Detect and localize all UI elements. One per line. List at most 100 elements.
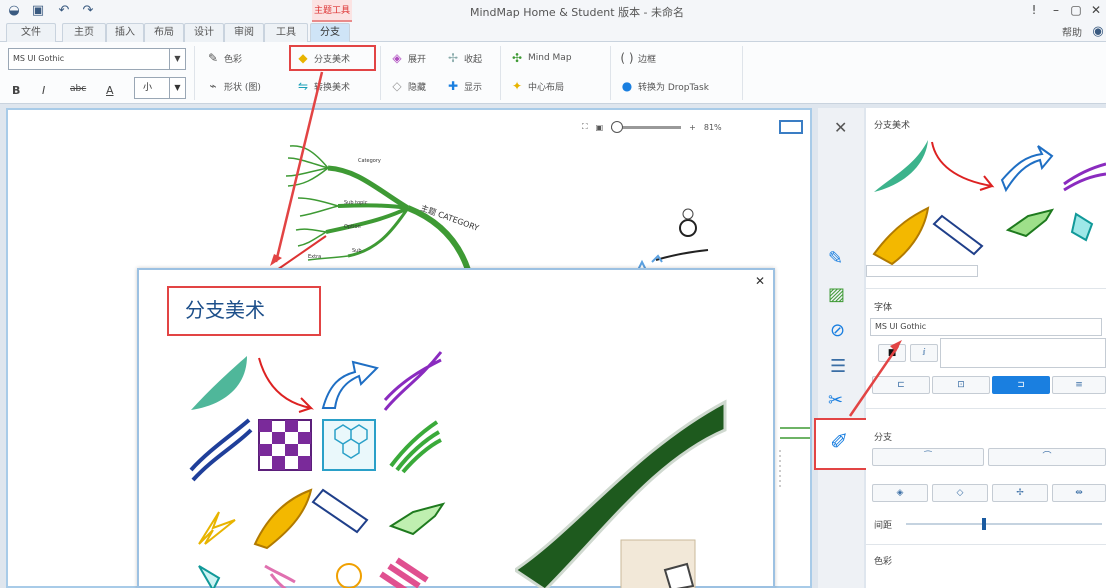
center-layout-button[interactable]: ✦ 中心布局 (510, 76, 564, 96)
tab-insert[interactable]: 插入 (106, 23, 144, 42)
convert-art-button[interactable]: ⇋ 转换美术 (296, 76, 350, 96)
save-icon[interactable]: ▣ (30, 3, 46, 19)
popup-preview (515, 399, 727, 588)
mind-map-button[interactable]: ✣ Mind Map (510, 48, 572, 68)
art-purple-swirl (383, 351, 443, 411)
font-panel-header: 字体 (874, 303, 893, 313)
color-button-label: 色彩 (224, 54, 243, 65)
bulb-icon: ✦ (511, 79, 523, 93)
bold-button[interactable]: B (12, 84, 20, 97)
align-left-button[interactable]: ⊏ (872, 376, 930, 394)
panel-font-select[interactable]: MS UI Gothic (870, 318, 1102, 336)
scissors-icon[interactable]: ✂ (828, 390, 843, 411)
restore-icon[interactable]: ▢ (1066, 3, 1086, 17)
mind-map-icon: ✣ (511, 51, 523, 65)
art-red-arrow (258, 357, 314, 413)
show-button[interactable]: ✚ 显示 (446, 76, 482, 96)
art-pink-bars (379, 557, 429, 588)
strikethrough-button[interactable]: abc (70, 84, 86, 94)
tab-design[interactable]: 设计 (184, 23, 224, 42)
color-button[interactable]: ✎ 色彩 (206, 48, 242, 68)
format-brush-icon[interactable]: ✐ (830, 430, 848, 455)
ribbon-separator (610, 46, 611, 100)
tab-review[interactable]: 审阅 (224, 23, 264, 42)
art-blue-arrow (321, 360, 379, 409)
shape-button[interactable]: ⌁ 形状 (图) (206, 76, 261, 96)
tab-home[interactable]: 主页 (62, 23, 106, 42)
panel-font-value: MS UI Gothic (875, 322, 927, 331)
collapse-icon: ✢ (447, 51, 459, 65)
hide-button[interactable]: ◇ 隐藏 (390, 76, 426, 96)
undo-icon[interactable]: ↶ (56, 3, 72, 19)
mindmap-side-branch (780, 427, 810, 439)
close-icon[interactable]: ✕ (755, 274, 765, 288)
font-name-select[interactable]: MS UI Gothic ▼ (8, 48, 186, 70)
droptask-button[interactable]: ● 转换为 DropTask (620, 76, 709, 96)
account-icon[interactable]: ◉ (1090, 24, 1106, 40)
branch-label: Extra (308, 254, 321, 260)
redo-icon[interactable]: ↷ (80, 3, 96, 19)
gallery-scrollbar[interactable] (866, 265, 978, 277)
branch-label: Sub topic (344, 200, 368, 206)
pin-icon[interactable]: ǃ (1024, 3, 1044, 17)
boundary-button[interactable]: ( ) 边框 (620, 48, 656, 68)
align-justify-button[interactable]: ≡ (1052, 376, 1106, 394)
hide-icon: ◇ (392, 79, 402, 93)
art-pink-splash (264, 564, 296, 588)
popup-title: 分支美术 (167, 286, 321, 336)
alarm-clock-icon (679, 208, 697, 237)
pen-icon: ✎ (207, 51, 219, 65)
spacing-slider[interactable] (906, 518, 1102, 530)
tab-layout[interactable]: 布局 (144, 23, 184, 42)
art-lightning (198, 511, 236, 545)
branch-art-gallery[interactable] (866, 134, 1106, 284)
close-panel-icon[interactable]: ✕ (834, 118, 847, 137)
panel-size-box[interactable] (940, 338, 1106, 368)
art-red-arrow (931, 141, 995, 191)
art-pencil (311, 488, 369, 534)
format-panel: 分支美术 字体 MS UI Gothic ■ ⅈ ⊏ ⊡ ⊐ ≡ 分支 ⁀ ⌒ … (866, 108, 1106, 588)
spacing-slider-knob[interactable] (982, 518, 986, 530)
branch-option-1-button[interactable]: ◈ (872, 484, 928, 502)
font-size-select[interactable]: 小 ▼ (134, 77, 186, 99)
note-edit-icon[interactable]: ✎ (828, 248, 843, 269)
panel-italic-button[interactable]: ⅈ (910, 344, 938, 362)
shape-button-label: 形状 (图) (224, 82, 261, 93)
panel-bold-button[interactable]: ■ (878, 344, 906, 362)
art-blue-arrow (1000, 145, 1054, 193)
title-bar: ◒ ▣ ↶ ↷ 主题工具 MindMap Home & Student 版本 -… (0, 0, 1106, 22)
show-label: 显示 (464, 82, 483, 93)
mind-map-label: Mind Map (528, 53, 572, 63)
color-panel-header: 色彩 (874, 557, 893, 567)
branch-label: Sub (352, 248, 362, 254)
panel-divider (866, 288, 1106, 289)
font-name-value: MS UI Gothic (13, 54, 65, 63)
convert-art-label: 转换美术 (314, 82, 351, 93)
window-title: MindMap Home & Student 版本 - 未命名 (470, 6, 685, 19)
task-list-icon[interactable]: ☰ (830, 356, 846, 377)
branch-option-2-button[interactable]: ◇ (932, 484, 988, 502)
branch-option-4-button[interactable]: ⇹ (1052, 484, 1106, 502)
tab-file[interactable]: 文件 (6, 23, 56, 42)
branch-art-panel-header: 分支美术 (874, 121, 911, 131)
branch-style-elbow-button[interactable]: ⌒ (988, 448, 1106, 466)
align-center-button[interactable]: ⊡ (932, 376, 990, 394)
collapse-button[interactable]: ✢ 收起 (446, 48, 482, 68)
help-link[interactable]: 帮助 (1062, 24, 1082, 39)
align-right-button[interactable]: ⊐ (992, 376, 1050, 394)
minimize-icon[interactable]: – (1046, 3, 1066, 17)
app-logo-icon[interactable]: ◒ (6, 3, 22, 19)
close-window-icon[interactable]: ✕ (1086, 3, 1106, 17)
expand-button[interactable]: ◈ 展开 (390, 48, 426, 68)
italic-button[interactable]: I (42, 84, 45, 97)
tab-branch[interactable]: 分支 (310, 23, 350, 42)
branch-option-3-button[interactable]: ✢ (992, 484, 1048, 502)
branch-style-curve-button[interactable]: ⁀ (872, 448, 984, 466)
ribbon: MS UI Gothic ▼ B I abc A 小 ▼ ✎ 色彩 ◆ 分支美术 ⌁ 形状… (0, 42, 1106, 104)
attachment-icon[interactable]: ⊘ (830, 320, 845, 341)
font-color-button[interactable]: A (106, 84, 114, 97)
expand-label: 展开 (408, 54, 427, 65)
chevron-down-icon: ▼ (169, 49, 185, 69)
tab-tools[interactable]: 工具 (264, 23, 308, 42)
image-icon[interactable]: ▨ (828, 284, 845, 305)
